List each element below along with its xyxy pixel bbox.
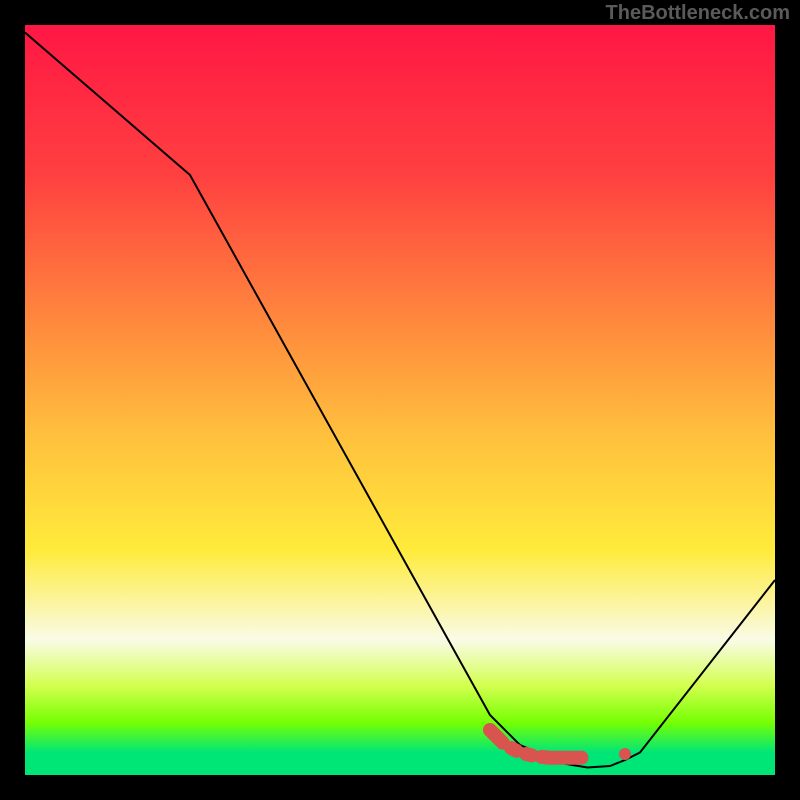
chart-svg <box>25 25 775 775</box>
watermark-text: TheBottleneck.com <box>606 2 790 25</box>
chart-container: TheBottleneck.com <box>0 0 800 800</box>
gradient-background <box>25 25 775 775</box>
plot-area <box>25 25 775 775</box>
